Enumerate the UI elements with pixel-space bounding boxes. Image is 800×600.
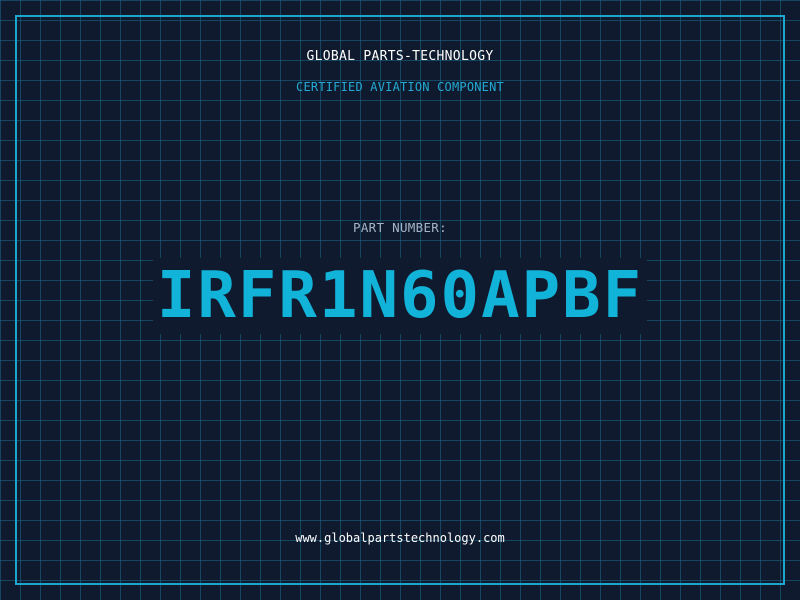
brand-title: GLOBAL PARTS-TECHNOLOGY — [306, 49, 494, 64]
part-number-container: IRFR1N60APBF — [0, 258, 800, 334]
part-number-label: PART NUMBER: — [353, 220, 447, 235]
part-number-value: IRFR1N60APBF — [152, 258, 648, 334]
certification-subtitle: CERTIFIED AVIATION COMPONENT — [296, 80, 504, 94]
website-url: www.globalpartstechnology.com — [295, 531, 505, 545]
